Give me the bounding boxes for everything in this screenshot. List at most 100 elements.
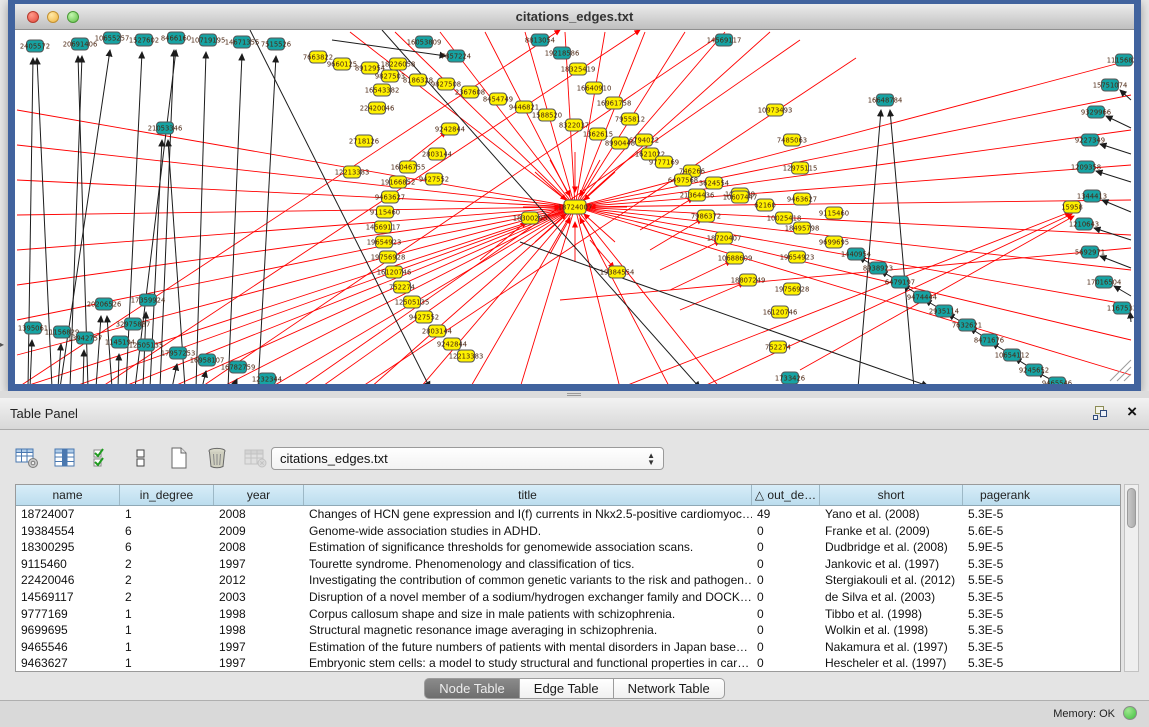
column-header[interactable]: name — [16, 485, 120, 505]
graph-node[interactable]: 16053809 — [407, 36, 442, 48]
graph-node[interactable]: 18325419 — [561, 63, 596, 75]
graph-node[interactable]: 16543382 — [365, 84, 400, 96]
table-row[interactable]: 946554611997Estimation of the future num… — [16, 639, 1120, 656]
graph-node[interactable]: 21053346 — [148, 122, 183, 134]
graph-node[interactable]: 15958 — [1061, 201, 1083, 213]
minimize-window-button[interactable] — [47, 11, 59, 23]
collapsed-panel-arrow-icon[interactable]: ▸ — [0, 340, 4, 349]
graph-node[interactable]: 9463627 — [375, 191, 405, 203]
graph-node[interactable]: 8471676 — [974, 334, 1004, 346]
graph-node[interactable]: 17016504 — [1087, 276, 1122, 288]
graph-node[interactable]: 9115460 — [370, 206, 400, 218]
graph-node[interactable]: 10655257 — [95, 32, 130, 44]
graph-node[interactable]: 752274 — [765, 341, 791, 353]
graph-node[interactable]: 2367608 — [455, 86, 485, 98]
graph-node[interactable]: 16648784 — [868, 94, 903, 106]
table-row[interactable]: 946362711997Embryonic stem cells: a mode… — [16, 655, 1120, 671]
graph-node[interactable]: 16120746 — [377, 266, 412, 278]
graph-node[interactable]: 9427552 — [419, 173, 449, 185]
graph-node[interactable]: 13942757 — [68, 332, 103, 344]
row-height-icon[interactable] — [128, 445, 154, 471]
table-row[interactable]: 1456911722003Disruption of a novel membe… — [16, 589, 1120, 606]
graph-node[interactable]: 9242844 — [437, 338, 467, 350]
close-panel-icon[interactable]: × — [1127, 403, 1137, 421]
graph-node[interactable]: 9115460 — [819, 207, 849, 219]
tab-edge-table[interactable]: Edge Table — [520, 678, 614, 699]
zoom-window-button[interactable] — [67, 11, 79, 23]
graph-node[interactable]: 16120746 — [763, 306, 798, 318]
graph-node[interactable]: 16046755 — [391, 161, 426, 173]
graph-node[interactable]: 8813054 — [525, 34, 555, 46]
graph-node[interactable]: 7485063 — [777, 134, 807, 146]
graph-node[interactable]: 8938923 — [863, 262, 893, 274]
graph-node[interactable]: 5692971 — [1075, 246, 1105, 258]
graph-node[interactable]: 10973493 — [758, 104, 793, 116]
graph-node[interactable]: 12213383 — [335, 166, 370, 178]
panel-divider[interactable] — [0, 391, 1149, 398]
graph-node[interactable]: 8466160 — [161, 32, 191, 44]
graph-node[interactable]: 17359924 — [131, 294, 166, 306]
graph-node[interactable]: 12975115 — [783, 162, 818, 174]
graph-node[interactable]: 6794022 — [629, 134, 659, 146]
graph-node[interactable]: 7955812 — [615, 113, 645, 125]
graph-node[interactable]: 10688609 — [718, 252, 753, 264]
new-table-icon[interactable] — [166, 445, 192, 471]
graph-node[interactable]: 19218586 — [545, 47, 580, 59]
graph-node[interactable]: 1440954 — [841, 248, 871, 260]
graph-node[interactable]: 1209358 — [1071, 161, 1101, 173]
column-header[interactable]: pagerank — [963, 485, 1047, 505]
table-scrollbar[interactable] — [1124, 484, 1139, 672]
close-window-button[interactable] — [27, 11, 39, 23]
graph-node[interactable]: 8322037 — [559, 119, 589, 131]
graph-node[interactable]: 18226058 — [381, 58, 416, 70]
graph-node[interactable]: 14569117 — [707, 34, 742, 46]
graph-node[interactable]: 1344413 — [1077, 190, 1107, 202]
tab-network-table[interactable]: Network Table — [614, 678, 725, 699]
graph-node[interactable]: 16640910 — [577, 82, 612, 94]
graph-node[interactable]: 19756928 — [371, 251, 406, 263]
graph-node[interactable]: 6497568 — [668, 174, 698, 186]
graph-node[interactable]: 15751074 — [1093, 79, 1128, 91]
graph-node[interactable]: 1232344 — [252, 373, 282, 384]
graph-node[interactable]: 16961758 — [597, 97, 632, 109]
graph-node[interactable]: 1362615 — [583, 128, 613, 140]
graph-node[interactable]: 22420046 — [360, 102, 395, 114]
table-row[interactable]: 1830029562008Estimation of significance … — [16, 539, 1120, 556]
graph-node[interactable]: 6479197 — [885, 276, 915, 288]
graph-node[interactable]: 11156829 — [1107, 54, 1134, 66]
graph-node[interactable]: 12505135 — [395, 296, 430, 308]
graph-node[interactable]: 7857224 — [441, 50, 471, 62]
graph-node[interactable]: 12505135 — [129, 339, 164, 351]
graph-node[interactable]: 21364436 — [680, 189, 715, 201]
table-row[interactable]: 1872400712008Changes of HCN gene express… — [16, 506, 1120, 523]
window-resize-grip-icon[interactable] — [1110, 360, 1131, 381]
graph-node[interactable]: 2718126 — [349, 135, 379, 147]
graph-node[interactable]: 14569117 — [366, 221, 401, 233]
graph-node[interactable]: 20691406 — [63, 38, 98, 50]
graph-node[interactable]: 1588520 — [532, 109, 562, 121]
graph-node[interactable]: 10607447 — [723, 191, 758, 203]
window-titlebar[interactable]: citations_edges.txt — [15, 4, 1134, 30]
column-header[interactable]: in_degree — [120, 485, 214, 505]
graph-node[interactable]: 18720407 — [707, 232, 742, 244]
graph-node[interactable]: 1733426 — [775, 372, 805, 384]
graph-node[interactable]: 1527602 — [129, 34, 159, 46]
graph-node[interactable]: 18807249 — [731, 274, 766, 286]
graph-node[interactable]: 19756928 — [775, 283, 810, 295]
row-select-icon[interactable] — [90, 445, 116, 471]
graph-node[interactable]: 9463627 — [787, 193, 817, 205]
graph-node[interactable]: 14671355 — [225, 36, 260, 48]
graph-node[interactable]: 9245652 — [1019, 364, 1049, 376]
graph-node[interactable]: 2803144 — [422, 148, 452, 160]
graph-node[interactable]: 10654112 — [995, 349, 1030, 361]
table-row[interactable]: 911546021997Tourette syndrome. Phenomeno… — [16, 556, 1120, 573]
graph-node[interactable]: 16782759 — [221, 361, 256, 373]
graph-node[interactable]: 9827503 — [375, 70, 405, 82]
graph-node[interactable]: 10719195 — [191, 34, 226, 46]
tab-node-table[interactable]: Node Table — [424, 678, 520, 699]
table-settings-icon[interactable] — [14, 445, 40, 471]
graph-node[interactable]: 18495798 — [785, 222, 820, 234]
graph-node[interactable]: 2935114 — [929, 305, 959, 317]
graph-node[interactable]: 19654923 — [367, 236, 402, 248]
graph-node[interactable]: 12213383 — [449, 350, 484, 362]
